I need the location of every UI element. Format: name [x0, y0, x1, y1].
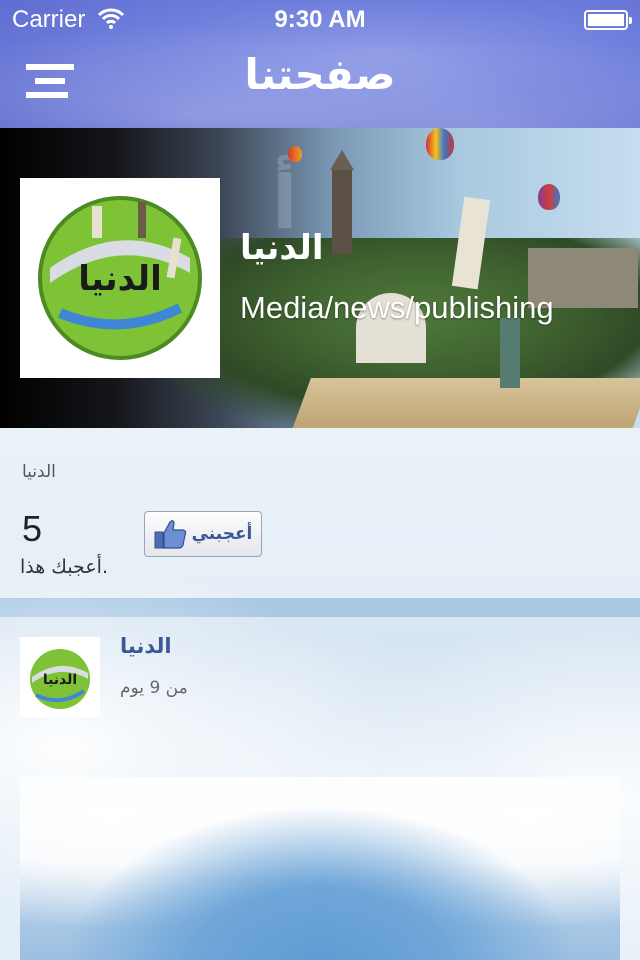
balloon-icon — [426, 128, 454, 160]
status-bar: Carrier 9:30 AM — [0, 0, 640, 40]
thumbs-up-icon — [154, 518, 188, 550]
balloon-icon — [538, 184, 560, 210]
cover-photo: أ الدنيا الدنيا Media/news/publishing — [0, 128, 640, 428]
balloon-icon — [288, 146, 302, 162]
post-timestamp: من 9 يوم — [120, 678, 188, 698]
page-avatar[interactable]: الدنيا — [20, 178, 220, 378]
like-caption: أعجبك هذا. — [20, 556, 108, 578]
nav-title: صفحتنا — [244, 50, 396, 99]
post-author-link[interactable]: الدنيا — [120, 634, 172, 658]
cover-page-name: الدنيا — [240, 228, 324, 268]
cover-category: Media/news/publishing — [240, 290, 554, 325]
avatar-logo-text: الدنيا — [78, 259, 161, 299]
statue-illustration — [500, 318, 520, 388]
like-box-page-label: الدنيا — [22, 462, 56, 482]
post-avatar[interactable]: الدنيا — [20, 637, 100, 717]
like-button-label: أعجبني — [191, 524, 253, 544]
book-illustration — [289, 378, 640, 428]
navigation-bar: Carrier 9:30 AM صفحتنا — [0, 0, 640, 128]
like-count: 5 — [22, 508, 43, 549]
clock-tower-illustration — [332, 168, 352, 254]
post-avatar-logo-text: الدنيا — [43, 672, 77, 688]
status-time: 9:30 AM — [274, 6, 366, 33]
like-button[interactable]: أعجبني — [144, 511, 262, 557]
battery-icon — [584, 10, 632, 30]
post-image[interactable] — [20, 777, 620, 960]
